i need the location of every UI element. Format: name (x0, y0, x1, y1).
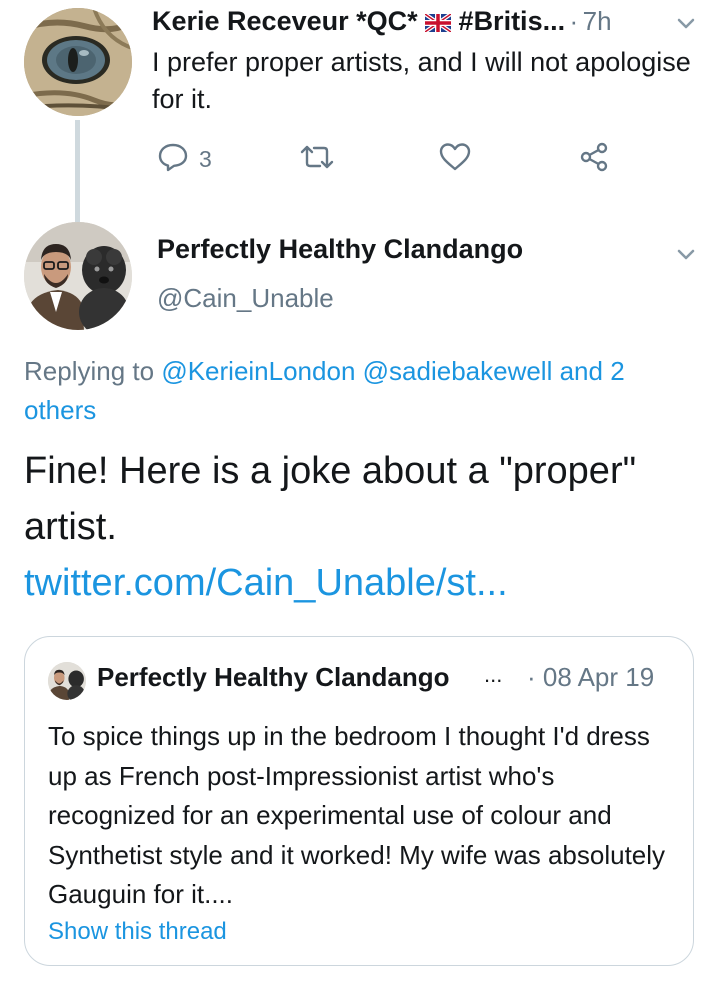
quoted-text: To spice things up in the bedroom I thou… (48, 721, 666, 909)
reply-icon (157, 141, 189, 178)
chevron-down-icon[interactable] (674, 243, 698, 267)
quoted-author-name: Perfectly Healthy Clandango (97, 662, 450, 692)
share-button[interactable] (578, 142, 610, 176)
reply-count: 3 (199, 145, 212, 172)
tweet1-hashtag: #Britis... (458, 6, 566, 36)
like-button[interactable] (438, 142, 472, 176)
man-with-dog-avatar-image (24, 222, 132, 330)
tweet1-text: I prefer proper artists, and I will not … (152, 47, 691, 114)
tweet2-handle[interactable]: @Cain_Unable (157, 283, 334, 314)
tweet2-link[interactable]: twitter.com/Cain_Unable/st... (24, 555, 704, 611)
tweet1-time[interactable]: 7h (583, 6, 612, 36)
replying-joiner: and (559, 356, 603, 386)
retweet-icon (298, 141, 336, 178)
thread-connector-line (75, 120, 80, 222)
tweet2-text: Fine! Here is a joke about a "proper" ar… (24, 450, 637, 548)
man-with-dog-avatar-image (48, 662, 86, 700)
share-icon (578, 141, 610, 178)
quoted-avatar (48, 662, 86, 700)
replying-to-line: Replying to @KerieinLondon @sadiebakewel… (24, 352, 694, 430)
quoted-date: · 08 Apr 19 (527, 662, 655, 692)
tweet2-author-name[interactable]: Perfectly Healthy Clandango (157, 234, 523, 265)
tweet1-separator: · (569, 6, 579, 36)
show-thread-link[interactable]: Show this thread (48, 918, 227, 946)
mention-link[interactable]: @sadiebakewell (363, 356, 553, 386)
cat-eye-avatar-image (24, 8, 132, 116)
uk-flag-icon (423, 12, 453, 37)
replying-prefix: Replying to (24, 356, 155, 386)
mention-link[interactable]: @KerieinLondon (161, 356, 355, 386)
retweet-button[interactable] (298, 142, 336, 176)
reply-button[interactable]: 3 (157, 142, 212, 176)
tweet2-body: Fine! Here is a joke about a "proper" ar… (24, 443, 704, 611)
tweet1-header: Kerie Receveur *QC* #Britis... · 7h (152, 6, 697, 42)
chevron-down-icon[interactable] (674, 12, 698, 36)
like-icon (438, 141, 472, 178)
tweet1-author-name[interactable]: Kerie Receveur *QC* (152, 6, 418, 36)
avatar-clandango[interactable] (24, 222, 132, 330)
quoted-name-ellipsis: ... (484, 662, 503, 687)
avatar-kerie[interactable] (24, 8, 132, 116)
